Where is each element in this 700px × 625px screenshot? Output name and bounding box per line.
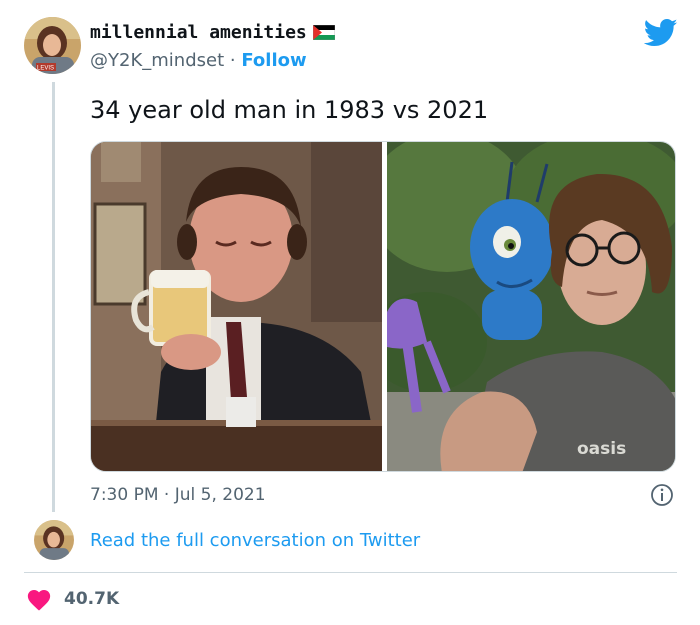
shirt-text: oasis bbox=[577, 439, 626, 459]
photo-2021[interactable]: oasis bbox=[387, 142, 675, 471]
tweet-timestamp[interactable]: 7:30 PM · Jul 5, 2021 bbox=[90, 485, 266, 505]
divider bbox=[24, 572, 677, 573]
info-icon[interactable] bbox=[650, 483, 674, 507]
author-display-name[interactable]: millennial amenities bbox=[90, 22, 307, 43]
timestamp-separator: · bbox=[163, 485, 170, 505]
separator-dot: · bbox=[229, 50, 236, 71]
author-handle-row: @Y2K_mindset · Follow bbox=[90, 50, 307, 71]
tweet-media[interactable]: oasis bbox=[90, 141, 676, 472]
author-name-row: millennial amenities bbox=[90, 22, 335, 43]
tweet-text: 34 year old man in 1983 vs 2021 bbox=[90, 96, 489, 124]
like-count: 40.7K bbox=[64, 589, 120, 609]
tweet-date: Jul 5, 2021 bbox=[174, 485, 266, 505]
twitter-bird-icon[interactable] bbox=[643, 18, 678, 48]
photo-1983[interactable] bbox=[91, 142, 382, 471]
heart-icon[interactable] bbox=[26, 587, 52, 611]
avatar-badge-text: LEVIS bbox=[37, 66, 54, 72]
author-avatar-small[interactable] bbox=[34, 520, 74, 560]
tweet-time: 7:30 PM bbox=[90, 485, 159, 505]
thread-line bbox=[52, 82, 55, 512]
like-action[interactable]: 40.7K bbox=[26, 587, 119, 611]
read-conversation-link[interactable]: Read the full conversation on Twitter bbox=[90, 530, 420, 551]
follow-button[interactable]: Follow bbox=[241, 50, 306, 71]
author-avatar[interactable]: LEVIS bbox=[24, 17, 81, 74]
author-handle[interactable]: @Y2K_mindset bbox=[90, 50, 224, 71]
palestine-flag-icon bbox=[312, 24, 335, 41]
tweet-embed-card: LEVIS millennial amenities @Y2K_mindset … bbox=[0, 0, 700, 625]
